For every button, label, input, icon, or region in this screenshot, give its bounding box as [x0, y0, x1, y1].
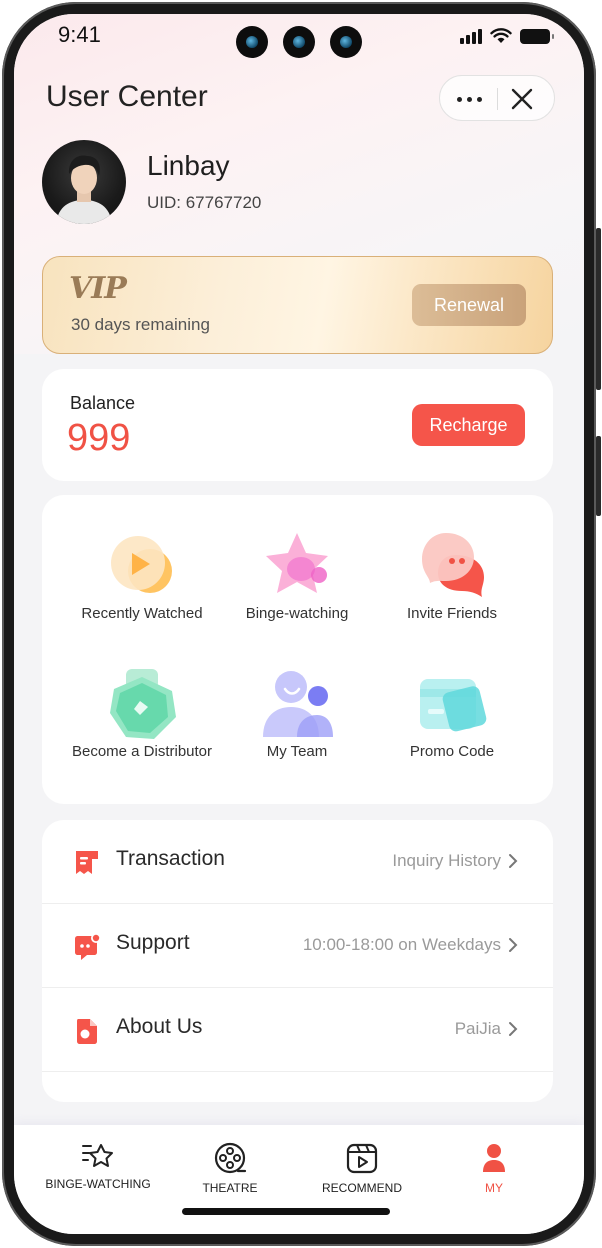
recharge-button[interactable]: Recharge	[412, 404, 525, 446]
tab-theatre[interactable]: THEATRE	[160, 1141, 300, 1195]
mini-program-capsule	[439, 75, 555, 121]
menu-item-transaction[interactable]: Transaction Inquiry History	[42, 820, 553, 904]
menu-item-title: Support	[116, 931, 190, 954]
tab-my[interactable]: MY	[424, 1141, 564, 1195]
grid-label: My Team	[266, 743, 328, 760]
grid-label: Invite Friends	[406, 605, 498, 622]
avatar-image	[56, 155, 112, 224]
camera-icon	[236, 26, 268, 58]
feature-grid: Recently Watched Binge-watching Invite F…	[42, 495, 553, 804]
star-list-icon	[82, 1144, 113, 1167]
team-icon	[257, 667, 337, 743]
avatar[interactable]	[42, 140, 126, 224]
promo-code-item[interactable]: Promo Code	[367, 667, 537, 760]
renewal-button[interactable]: Renewal	[412, 284, 526, 326]
video-play-icon	[346, 1143, 378, 1174]
user-uid: UID: 67767720	[147, 193, 262, 212]
camera-cluster	[236, 26, 362, 58]
become-distributor-item[interactable]: Become a Distributor	[57, 667, 227, 760]
menu-list: Transaction Inquiry History Support 10:0…	[42, 820, 553, 1102]
film-reel-icon	[214, 1142, 247, 1174]
card-icon	[412, 667, 492, 743]
chevron-right-icon	[509, 938, 518, 952]
recently-watched-item[interactable]: Recently Watched	[57, 529, 227, 622]
side-button	[596, 436, 601, 516]
wifi-icon	[490, 28, 512, 43]
page-title: User Center	[46, 80, 208, 113]
menu-item-title: Transaction	[116, 847, 225, 870]
binge-watching-item[interactable]: Binge-watching	[212, 529, 382, 622]
balance-label: Balance	[70, 393, 136, 413]
signal-icon	[460, 28, 482, 44]
chevron-right-icon	[509, 1022, 518, 1036]
grid-label: Become a Distributor	[71, 743, 213, 760]
grid-label: Promo Code	[409, 743, 495, 760]
status-time: 9:41	[58, 22, 101, 47]
battery-icon	[520, 28, 554, 44]
camera-icon	[330, 26, 362, 58]
balance-value: 999	[67, 417, 131, 459]
play-icon	[102, 529, 182, 605]
vip-remaining: 30 days remaining	[71, 315, 210, 334]
document-icon	[77, 1019, 97, 1044]
star-icon	[257, 529, 337, 605]
screen: 9:41 User Center Linbay UID: 67767720 VI…	[14, 14, 584, 1234]
tab-recommend[interactable]: RECOMMEND	[292, 1141, 432, 1195]
support-chat-icon	[75, 933, 101, 960]
tab-label: THEATRE	[202, 1181, 258, 1195]
more-icon[interactable]	[453, 89, 485, 109]
receipt-icon	[76, 851, 98, 874]
chat-bubble-icon	[412, 529, 492, 605]
invite-friends-item[interactable]: Invite Friends	[367, 529, 537, 622]
user-name: Linbay	[147, 150, 230, 181]
hexagon-icon	[102, 667, 182, 743]
status-icons	[460, 28, 554, 44]
capsule-divider	[497, 88, 498, 110]
balance-card: Balance 999 Recharge	[42, 369, 553, 481]
home-indicator	[182, 1208, 390, 1215]
user-icon	[483, 1144, 505, 1172]
menu-item-value: Inquiry History	[392, 851, 501, 870]
side-button	[596, 228, 601, 390]
menu-item-title: About Us	[116, 1015, 203, 1038]
tab-bar: BINGE-WATCHING THEATRE RECOMMEND MY	[14, 1125, 584, 1234]
menu-item-value: 10:00-18:00 on Weekdays	[302, 935, 501, 954]
chevron-right-icon	[509, 854, 518, 868]
menu-item-value: PaiJia	[454, 1019, 501, 1038]
vip-logo: VIP	[69, 271, 127, 306]
tab-label: BINGE-WATCHING	[45, 1177, 151, 1191]
tab-label: MY	[485, 1181, 503, 1195]
tab-label: RECOMMEND	[322, 1181, 402, 1195]
tab-binge-watching[interactable]: BINGE-WATCHING	[28, 1141, 168, 1191]
grid-label: Binge-watching	[245, 605, 349, 622]
vip-card[interactable]: VIP 30 days remaining Renewal	[42, 256, 553, 354]
my-team-item[interactable]: My Team	[212, 667, 382, 760]
menu-item-about-us[interactable]: About Us PaiJia	[42, 988, 553, 1072]
menu-item-support[interactable]: Support 10:00-18:00 on Weekdays	[42, 904, 553, 988]
grid-label: Recently Watched	[81, 605, 203, 622]
close-icon[interactable]	[508, 85, 536, 113]
camera-icon	[283, 26, 315, 58]
